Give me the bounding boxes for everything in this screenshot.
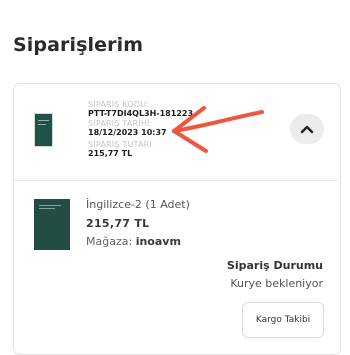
store-name[interactable]: inoavm [136, 235, 181, 248]
card-divider [14, 180, 338, 181]
order-status-value: Kurye bekleniyor [230, 277, 323, 290]
product-image[interactable] [34, 199, 70, 250]
store-info: Mağaza: inoavm [86, 235, 181, 248]
chevron-up-icon [300, 125, 314, 134]
cargo-tracking-button[interactable]: Kargo Takibi [242, 302, 324, 338]
product-name[interactable]: İngilizce-2 (1 Adet) [86, 198, 190, 211]
store-label: Mağaza: [86, 235, 133, 248]
product-price: 215,77 TL [86, 217, 150, 230]
order-status-title: Sipariş Durumu [226, 259, 323, 272]
annotation-arrow [172, 106, 264, 153]
collapse-order-button[interactable] [290, 114, 324, 144]
